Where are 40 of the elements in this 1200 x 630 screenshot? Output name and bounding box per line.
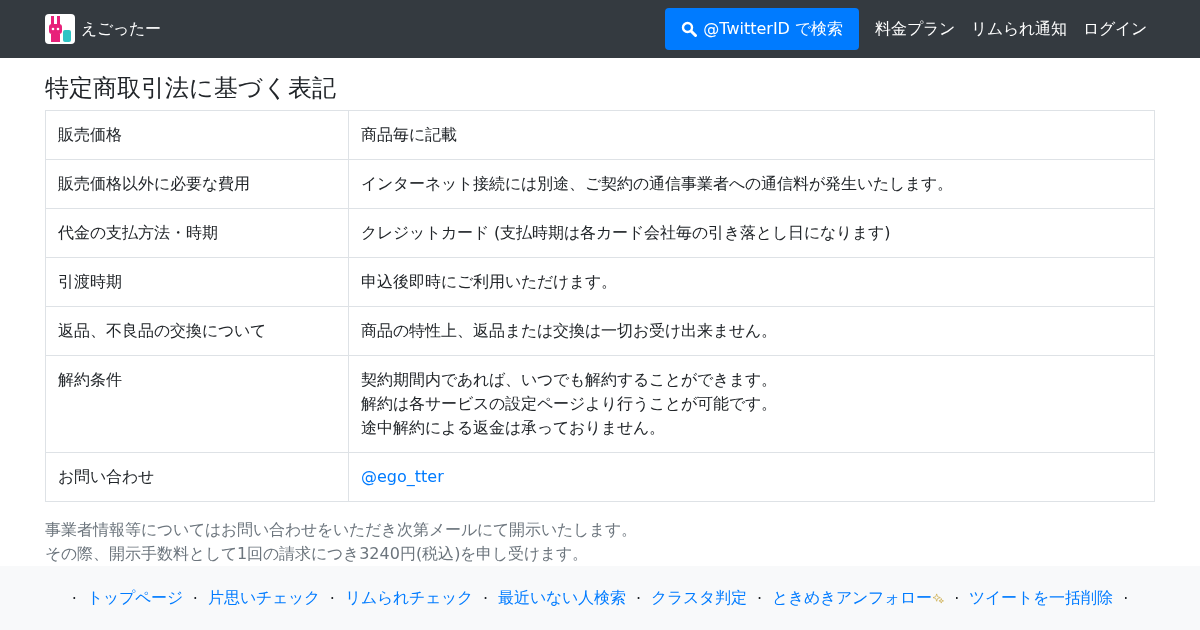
brand-link[interactable]: えごったー	[45, 14, 161, 44]
footer-link[interactable]: リムられチェック	[344, 587, 473, 609]
separator-dot: ·	[635, 588, 643, 608]
separator-dot: ·	[328, 588, 336, 608]
footer-link[interactable]: クラスタ判定	[651, 587, 748, 609]
value-cell: 申込後即時にご利用いただけます。	[348, 257, 1155, 307]
label-cell: 引渡時期	[45, 257, 349, 307]
value-cell: インターネット接続には別途、ご契約の通信事業者への通信料が発生いたします。	[348, 159, 1155, 209]
value-cell: 契約期間内であれば、いつでも解約することができます。 解約は各サービスの設定ページより行うことが可能です。 途中解約による返金は承っておりません。	[348, 355, 1155, 453]
label-cell: 代金の支払方法・時期	[45, 208, 349, 258]
label-cell: お問い合わせ	[45, 452, 349, 502]
separator-dot: ·	[481, 588, 489, 608]
search-icon	[681, 21, 698, 37]
separator-dot: ·	[1122, 588, 1130, 608]
page-title: 特定商取引法に基づく表記	[45, 73, 337, 104]
nav-link[interactable]: ログイン	[1075, 18, 1155, 40]
rabbit-logo-icon	[45, 14, 75, 44]
separator-dot: ·	[756, 588, 764, 608]
separator-dot: ·	[70, 588, 78, 608]
contact-link[interactable]: @ego_tter	[361, 467, 444, 486]
label-cell: 解約条件	[45, 355, 349, 453]
label-cell: 返品、不良品の交換について	[45, 306, 349, 356]
footer-link[interactable]: ときめきアンフォロー	[772, 587, 945, 609]
footer-link[interactable]: 片思いチェック	[207, 587, 320, 609]
note-text: その際、開示手数料として1回の請求につき3240円(税込)を申し受けます。	[45, 543, 590, 565]
label-cell: 販売価格	[45, 110, 349, 160]
footer-link[interactable]: 最近いない人検索	[498, 587, 626, 609]
sparkle-icon	[933, 592, 945, 604]
separator-dot: ·	[191, 588, 199, 608]
separator-dot: ·	[953, 588, 961, 608]
search-button[interactable]: @TwitterID で検索	[665, 8, 859, 50]
nav-link[interactable]: リムられ通知	[963, 18, 1075, 40]
footer-link[interactable]: トップページ	[86, 587, 183, 609]
value-cell: 商品毎に記載	[348, 110, 1155, 160]
footer-link[interactable]: ツイートを一括削除	[969, 587, 1114, 609]
label-cell: 販売価格以外に必要な費用	[45, 159, 349, 209]
value-cell: 商品の特性上、返品または交換は一切お受け出来ません。	[348, 306, 1155, 356]
nav-link[interactable]: 料金プラン	[867, 18, 963, 40]
note-text: 事業者情報等についてはお問い合わせをいただき次第メールにて開示いたします。	[45, 519, 638, 541]
value-cell: クレジットカード (支払時期は各カード会社毎の引き落とし日になります)	[348, 208, 1155, 258]
